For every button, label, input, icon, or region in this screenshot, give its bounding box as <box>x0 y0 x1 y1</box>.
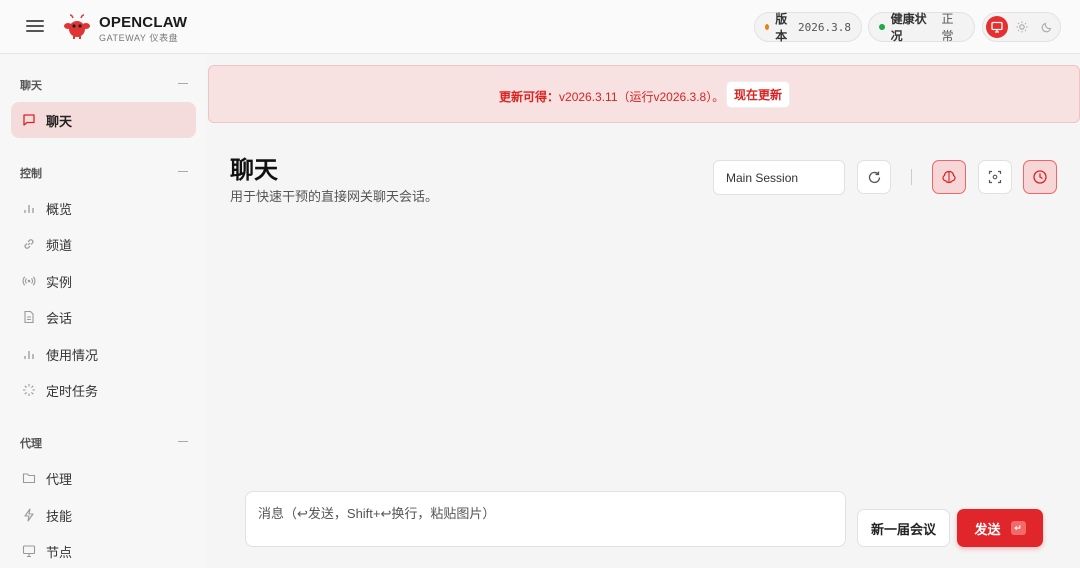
health-status-dot <box>879 24 885 30</box>
refresh-button[interactable] <box>857 160 891 194</box>
bar-chart-icon <box>22 201 36 215</box>
sidebar-item-sessions[interactable]: 会话 <box>11 299 196 335</box>
sidebar-item-agents[interactable]: 代理 <box>11 460 196 496</box>
collapse-icon[interactable] <box>178 441 188 442</box>
brand-subtitle: GATEWAY 仪表盘 <box>99 33 179 43</box>
radio-icon <box>22 274 36 288</box>
sidebar-item-usage[interactable]: 使用情况 <box>11 336 196 372</box>
page-title: 聊天 <box>230 157 278 184</box>
update-now-button[interactable]: 现在更新 <box>726 81 790 108</box>
sidebar-item-chat[interactable]: 聊天 <box>11 102 196 138</box>
sidebar-item-skills[interactable]: 技能 <box>11 497 196 533</box>
menu-icon[interactable] <box>24 17 46 37</box>
version-label: 版本 <box>775 12 788 43</box>
link-icon <box>22 237 36 251</box>
section-title-agents: 代理 <box>20 438 42 450</box>
sidebar-item-overview[interactable]: 概览 <box>11 190 196 226</box>
version-value: 2026.3.8 <box>798 20 851 34</box>
health-value: 正常 <box>941 12 954 43</box>
sidebar-item-label: 实例 <box>46 274 73 290</box>
file-text-icon <box>22 310 36 324</box>
focus-icon <box>988 170 1002 184</box>
version-status-dot <box>765 24 770 30</box>
sidebar-item-label: 代理 <box>46 471 73 487</box>
sidebar-item-channels[interactable]: 频道 <box>11 226 196 262</box>
message-square-icon <box>22 113 36 127</box>
section-title-chat: 聊天 <box>20 80 42 92</box>
sidebar: 聊天 聊天 控制 概览 频道 实例 会话 使用情况 定时任务 代理 代理 技能 <box>0 54 207 568</box>
sidebar-item-nodes[interactable]: 节点 <box>11 533 196 568</box>
clock-icon <box>1033 170 1047 184</box>
new-session-button[interactable]: 新一届会议 <box>857 509 950 547</box>
send-button[interactable]: 发送 ↵ <box>957 509 1043 547</box>
sidebar-item-label: 聊天 <box>46 113 73 129</box>
sun-icon[interactable] <box>1011 16 1033 38</box>
sidebar-item-label: 定时任务 <box>46 383 99 399</box>
sidebar-item-cron[interactable]: 定时任务 <box>11 372 196 408</box>
collapse-icon[interactable] <box>178 171 188 172</box>
sidebar-item-label: 节点 <box>46 544 73 560</box>
message-input[interactable] <box>246 492 845 546</box>
collapse-icon[interactable] <box>178 83 188 84</box>
health-pill: 健康状况 正常 <box>868 12 975 43</box>
session-select[interactable]: Main Session <box>713 160 845 195</box>
theme-switcher <box>982 12 1061 42</box>
sidebar-item-label: 会话 <box>46 310 73 326</box>
section-title-control: 控制 <box>20 168 42 180</box>
update-banner-prefix: 更新可得： <box>499 90 560 104</box>
folder-icon <box>22 471 36 485</box>
sidebar-item-label: 概览 <box>46 201 73 217</box>
moon-icon[interactable] <box>1036 16 1058 38</box>
update-banner-version: v2026.3.11（运行v2026.3.8）。 <box>559 90 725 104</box>
message-composer <box>245 491 846 547</box>
toolbar-divider <box>911 169 912 185</box>
top-bar: OPENCLAW GATEWAY 仪表盘 版本 2026.3.8 健康状况 正常 <box>0 0 1080 54</box>
focus-button[interactable] <box>978 160 1012 194</box>
monitor-theme-icon[interactable] <box>986 16 1008 38</box>
version-pill: 版本 2026.3.8 <box>754 12 862 43</box>
sidebar-item-label: 频道 <box>46 237 73 253</box>
update-banner-text: 更新可得：v2026.3.11（运行v2026.3.8）。 <box>499 88 724 105</box>
brain-icon <box>942 170 956 184</box>
sidebar-item-label: 使用情况 <box>46 347 99 363</box>
sidebar-item-instances[interactable]: 实例 <box>11 263 196 299</box>
health-label: 健康状况 <box>890 12 927 43</box>
send-button-label: 发送 <box>974 521 1001 537</box>
brain-toggle-button[interactable] <box>932 160 966 194</box>
page-subtitle: 用于快速干预的直接网关聊天会话。 <box>230 189 439 204</box>
lobster-logo-icon <box>64 14 90 39</box>
update-banner: 更新可得：v2026.3.11（运行v2026.3.8）。 现在更新 <box>208 65 1080 123</box>
history-toggle-button[interactable] <box>1023 160 1057 194</box>
refresh-icon <box>868 171 880 183</box>
monitor-icon <box>22 544 36 558</box>
bar-chart-icon <box>22 347 36 361</box>
enter-key-icon: ↵ <box>1010 521 1026 535</box>
loader-icon <box>22 383 36 397</box>
zap-icon <box>22 508 36 522</box>
brand-title: OPENCLAW <box>99 14 188 31</box>
sidebar-item-label: 技能 <box>46 508 73 524</box>
